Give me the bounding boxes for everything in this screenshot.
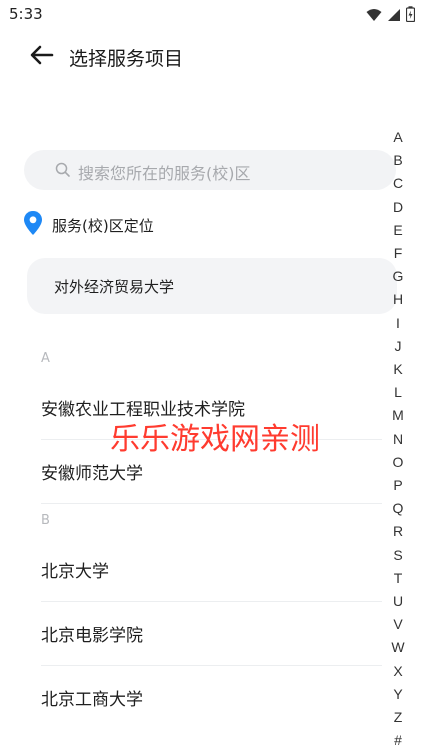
status-bar: 5:33 — [0, 0, 423, 28]
list-item[interactable]: 北京工商大学 — [41, 665, 382, 729]
index-letter[interactable]: J — [386, 338, 410, 354]
index-letter[interactable]: G — [386, 268, 410, 284]
school-name: 安徽师范大学 — [41, 464, 143, 484]
index-letter[interactable]: Q — [386, 500, 410, 516]
status-icons — [366, 6, 416, 26]
index-letter[interactable]: N — [386, 431, 410, 447]
index-letter[interactable]: F — [386, 245, 410, 261]
index-letter[interactable]: I — [386, 315, 410, 331]
locate-row[interactable]: 服务(校)区定位 — [24, 211, 154, 239]
back-button[interactable] — [28, 44, 56, 70]
index-letter[interactable]: # — [386, 732, 410, 748]
current-school-card[interactable]: 对外经济贸易大学 — [27, 258, 397, 314]
index-letter[interactable]: M — [386, 407, 410, 423]
index-letter[interactable]: X — [386, 663, 410, 679]
search-placeholder: 搜索您所在的服务(校)区 — [78, 164, 251, 183]
index-letter[interactable]: S — [386, 547, 410, 563]
watermark: 乐乐游戏网亲测 — [110, 422, 320, 457]
index-letter[interactable]: Y — [386, 686, 410, 702]
index-letter[interactable]: T — [386, 570, 410, 586]
search-input[interactable]: 搜索您所在的服务(校)区 — [24, 150, 396, 190]
page-title: 选择服务项目 — [69, 48, 184, 70]
index-letter[interactable]: O — [386, 454, 410, 470]
signal-icon — [387, 7, 401, 26]
battery-icon — [405, 6, 416, 26]
index-letter[interactable]: W — [386, 639, 410, 655]
index-letter[interactable]: E — [386, 222, 410, 238]
index-letter[interactable]: H — [386, 291, 410, 307]
school-name: 北京电影学院 — [41, 626, 143, 646]
index-letter[interactable]: C — [386, 175, 410, 191]
index-letter[interactable]: P — [386, 477, 410, 493]
index-letter[interactable]: R — [386, 523, 410, 539]
list-item[interactable]: 北京大学 — [41, 537, 382, 602]
arrow-left-icon — [30, 45, 54, 69]
index-letter[interactable]: K — [386, 361, 410, 377]
current-school-name: 对外经济贸易大学 — [54, 278, 175, 296]
index-letter[interactable]: A — [386, 129, 410, 145]
index-letter[interactable]: U — [386, 593, 410, 609]
index-letter[interactable]: Z — [386, 709, 410, 725]
index-letter[interactable]: D — [386, 199, 410, 215]
list-item[interactable]: 北京电影学院 — [41, 601, 382, 666]
search-icon — [55, 162, 71, 182]
school-name: 北京工商大学 — [41, 690, 143, 710]
locate-label: 服务(校)区定位 — [52, 216, 154, 235]
section-header-a: A — [41, 351, 50, 366]
header: 选择服务项目 — [0, 36, 423, 78]
section-header-b: B — [41, 513, 50, 528]
index-letter[interactable]: L — [386, 384, 410, 400]
index-letter[interactable]: V — [386, 616, 410, 632]
location-pin-icon — [24, 211, 42, 239]
index-letter[interactable]: B — [386, 152, 410, 168]
wifi-icon — [366, 7, 382, 26]
status-time: 5:33 — [9, 5, 43, 23]
school-name: 北京大学 — [41, 562, 109, 582]
